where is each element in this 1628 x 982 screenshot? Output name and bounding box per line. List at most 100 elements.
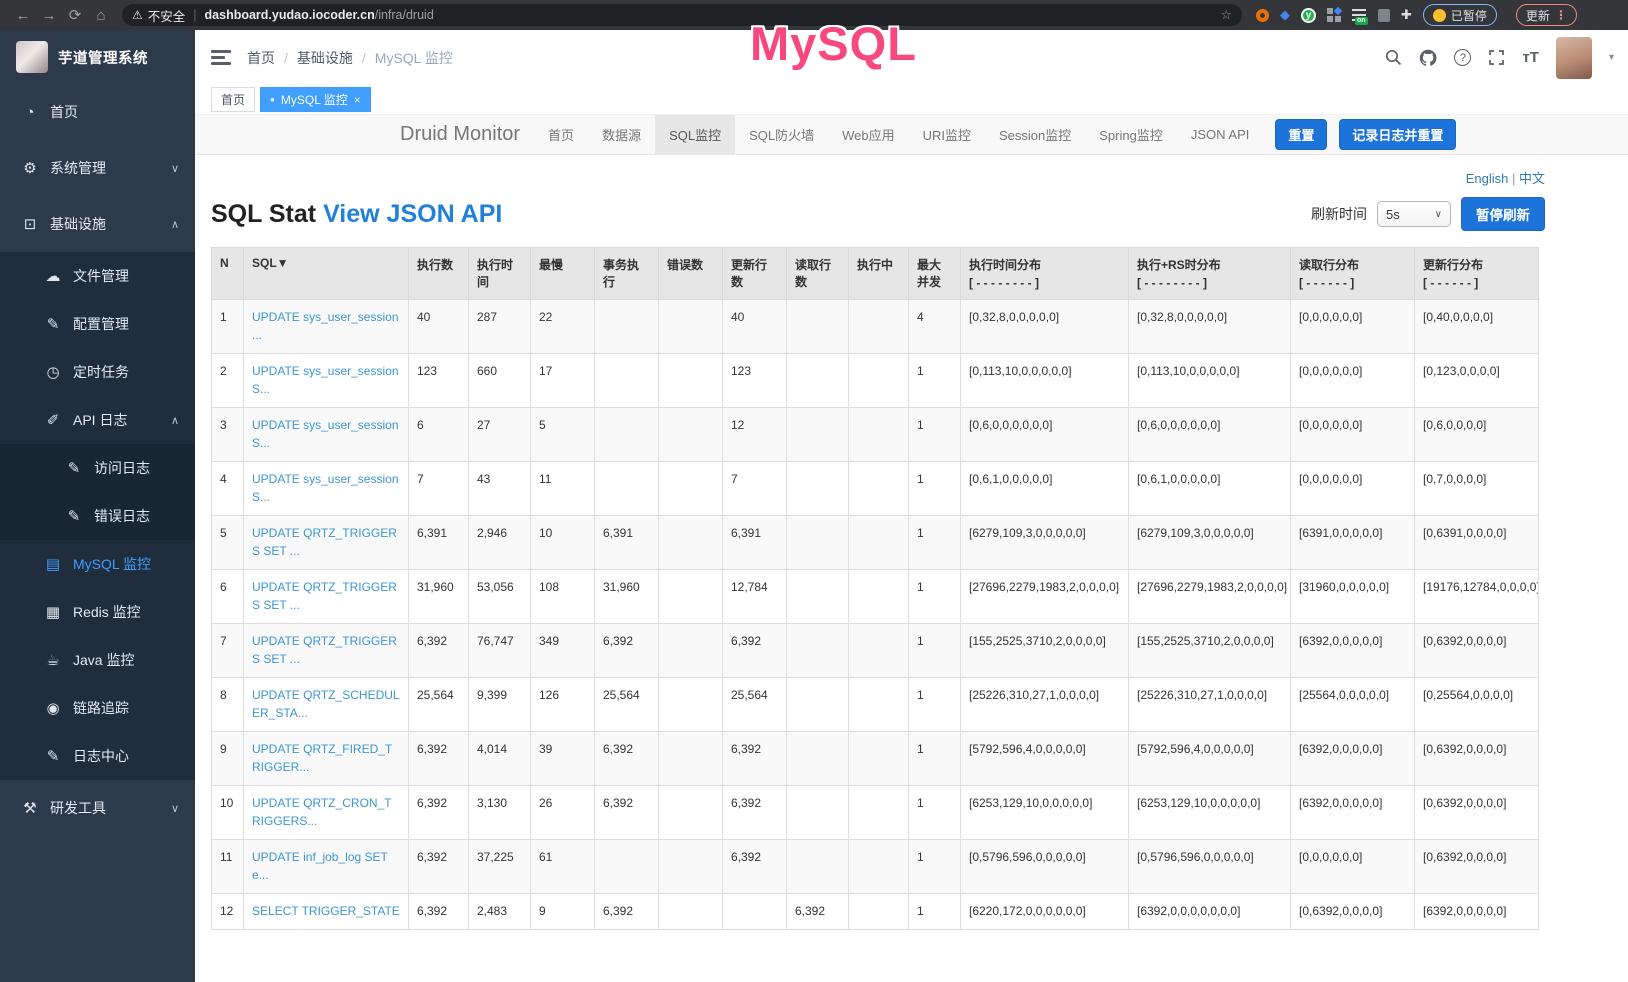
view-tag-inactive[interactable]: 首页 xyxy=(211,87,255,112)
sidebar-item-devtools[interactable]: ⚒研发工具∨ xyxy=(0,780,195,836)
table-cell: 39 xyxy=(531,732,595,786)
sidebar-item-api-log[interactable]: ✐API 日志∧ xyxy=(0,396,195,444)
column-header[interactable]: SQL▼ xyxy=(244,248,409,300)
extension-squares-icon[interactable] xyxy=(1327,8,1341,22)
extension-gem-icon[interactable]: ◆ xyxy=(1280,7,1290,23)
druid-nav-json-api[interactable]: JSON API xyxy=(1177,115,1264,155)
table-cell: [0,0,0,0,0,0] xyxy=(1291,840,1415,894)
view-json-api-link[interactable]: View JSON API xyxy=(323,200,502,228)
table-cell: 4 xyxy=(212,462,244,516)
column-header[interactable]: 更新行分布[ - - - - - - ] xyxy=(1415,248,1539,300)
column-header[interactable]: N xyxy=(212,248,244,300)
column-header[interactable]: 更新行数 xyxy=(723,248,787,300)
column-header[interactable]: 事务执行 xyxy=(595,248,659,300)
font-size-icon[interactable]: тT xyxy=(1522,49,1539,66)
sql-link[interactable]: UPDATE QRTZ_FIRED_TRIGGER... xyxy=(252,742,392,774)
column-header[interactable]: 错误数 xyxy=(659,248,723,300)
druid-nav-uri监控[interactable]: URI监控 xyxy=(909,115,985,155)
view-tag-active[interactable]: ●MySQL 监控× xyxy=(260,87,371,112)
sidebar-item-infra[interactable]: ⊡基础设施∧ xyxy=(0,196,195,252)
column-header[interactable]: 执行+RS时分布[ - - - - - - - - ] xyxy=(1129,248,1291,300)
sql-link[interactable]: UPDATE QRTZ_TRIGGERS SET ... xyxy=(252,526,397,558)
sql-link[interactable]: UPDATE inf_job_log SET e... xyxy=(252,850,388,882)
reload-icon[interactable]: ⟳ xyxy=(62,6,88,24)
sql-link[interactable]: SELECT TRIGGER_STATE xyxy=(252,904,400,918)
pause-refresh-button[interactable]: 暂停刷新 xyxy=(1461,197,1545,231)
extension-list-icon[interactable]: on xyxy=(1352,9,1367,22)
column-header[interactable]: 读取行分布[ - - - - - - ] xyxy=(1291,248,1415,300)
home-icon[interactable]: ⌂ xyxy=(88,7,114,24)
bookmark-star-icon[interactable]: ☆ xyxy=(1220,7,1232,23)
druid-nav-web应用[interactable]: Web应用 xyxy=(828,115,909,155)
lang-chinese-link[interactable]: 中文 xyxy=(1519,171,1545,186)
sidebar-item-jobs[interactable]: ◷定时任务 xyxy=(0,348,195,396)
column-header[interactable]: 最大并发 xyxy=(909,248,961,300)
druid-nav-首页[interactable]: 首页 xyxy=(534,115,588,155)
column-header[interactable]: 执行中 xyxy=(849,248,909,300)
sidebar-item-redis[interactable]: ▦Redis 监控 xyxy=(0,588,195,636)
github-icon[interactable] xyxy=(1419,49,1437,67)
paused-pill[interactable]: 已暂停 xyxy=(1423,4,1497,26)
sidebar-item-system[interactable]: ⚙系统管理∨ xyxy=(0,140,195,196)
sidebar-item-access-log[interactable]: ✎访问日志 xyxy=(0,444,195,492)
druid-nav-sql防火墙[interactable]: SQL防火墙 xyxy=(735,115,828,155)
fullscreen-icon[interactable] xyxy=(1488,49,1505,66)
druid-nav-spring监控[interactable]: Spring监控 xyxy=(1085,115,1177,155)
column-header[interactable]: 执行时间分布[ - - - - - - - - ] xyxy=(961,248,1129,300)
column-header[interactable]: 执行时间 xyxy=(469,248,531,300)
sidebar-item-config[interactable]: ✎配置管理 xyxy=(0,300,195,348)
sidebar-item-log-center[interactable]: ✎日志中心 xyxy=(0,732,195,780)
sidebar-item-mysql[interactable]: ▤MySQL 监控 xyxy=(0,540,195,588)
search-icon[interactable] xyxy=(1385,49,1402,66)
security-label[interactable]: 不安全 xyxy=(148,6,186,25)
sidebar-item-error-log[interactable]: ✎错误日志 xyxy=(0,492,195,540)
user-avatar[interactable] xyxy=(1556,37,1592,79)
sql-link[interactable]: UPDATE sys_user_session S... xyxy=(252,472,399,504)
druid-nav-数据源[interactable]: 数据源 xyxy=(588,115,655,155)
druid-nav-session监控[interactable]: Session监控 xyxy=(985,115,1085,155)
reset-button[interactable]: 重置 xyxy=(1275,119,1327,150)
help-icon[interactable]: ? xyxy=(1454,49,1471,66)
sql-link[interactable]: UPDATE sys_user_session S... xyxy=(252,364,399,396)
breadcrumb-infra[interactable]: 基础设施 xyxy=(297,48,353,68)
sidebar-toggle-icon[interactable] xyxy=(211,50,231,65)
sidebar-item-trace[interactable]: ◉链路追踪 xyxy=(0,684,195,732)
druid-nav-sql监控[interactable]: SQL监控 xyxy=(655,115,735,155)
extension-donut-icon[interactable] xyxy=(1256,9,1269,22)
tag-close-icon[interactable]: × xyxy=(354,93,361,107)
lang-english-link[interactable]: English xyxy=(1466,171,1509,186)
stack-icon: ▦ xyxy=(45,603,61,621)
menu-dots-icon[interactable]: ⋮ xyxy=(1555,8,1567,22)
table-row: 2UPDATE sys_user_session S...12366017123… xyxy=(212,354,1539,408)
sidebar-item-java[interactable]: ☕Java 监控 xyxy=(0,636,195,684)
table-cell: 4,014 xyxy=(469,732,531,786)
column-header[interactable]: 最慢 xyxy=(531,248,595,300)
table-cell: 6,392 xyxy=(787,894,849,930)
address-bar[interactable]: ⚠ 不安全 | dashboard.yudao.iocoder.cn/infra… xyxy=(122,4,1242,26)
log-and-reset-button[interactable]: 记录日志并重置 xyxy=(1339,119,1456,150)
sql-link[interactable]: UPDATE QRTZ_CRON_TRIGGERS... xyxy=(252,796,392,828)
forward-icon[interactable]: → xyxy=(36,7,62,24)
dropdown-caret-icon[interactable]: ▾ xyxy=(1609,52,1614,63)
breadcrumb-home[interactable]: 首页 xyxy=(247,48,275,68)
druid-brand[interactable]: Druid Monitor xyxy=(400,123,520,146)
column-header[interactable]: 执行数 xyxy=(409,248,469,300)
sidebar-item-home[interactable]: ◔首页 xyxy=(0,84,195,140)
update-pill[interactable]: 更新⋮ xyxy=(1516,4,1577,26)
table-cell xyxy=(849,678,909,732)
column-header[interactable]: 读取行数 xyxy=(787,248,849,300)
refresh-interval-select[interactable]: 5s ∨ xyxy=(1377,201,1451,227)
sql-link[interactable]: UPDATE sys_user_session S... xyxy=(252,418,399,450)
sidebar-item-files[interactable]: ☁文件管理 xyxy=(0,252,195,300)
extension-green-icon[interactable]: y xyxy=(1301,8,1316,23)
table-cell xyxy=(659,570,723,624)
log-icon: ✎ xyxy=(66,507,82,525)
sql-link[interactable]: UPDATE sys_user_session ... xyxy=(252,310,399,342)
extension-gray-icon[interactable] xyxy=(1378,9,1390,22)
sql-link[interactable]: UPDATE QRTZ_TRIGGERS SET ... xyxy=(252,634,397,666)
puzzle-icon[interactable]: ✚ xyxy=(1401,7,1412,23)
column-header-label: 执行+RS时分布 xyxy=(1137,256,1282,273)
sql-link[interactable]: UPDATE QRTZ_TRIGGERS SET ... xyxy=(252,580,397,612)
sql-link[interactable]: UPDATE QRTZ_SCHEDULER_STA... xyxy=(252,688,400,720)
back-icon[interactable]: ← xyxy=(10,7,36,24)
